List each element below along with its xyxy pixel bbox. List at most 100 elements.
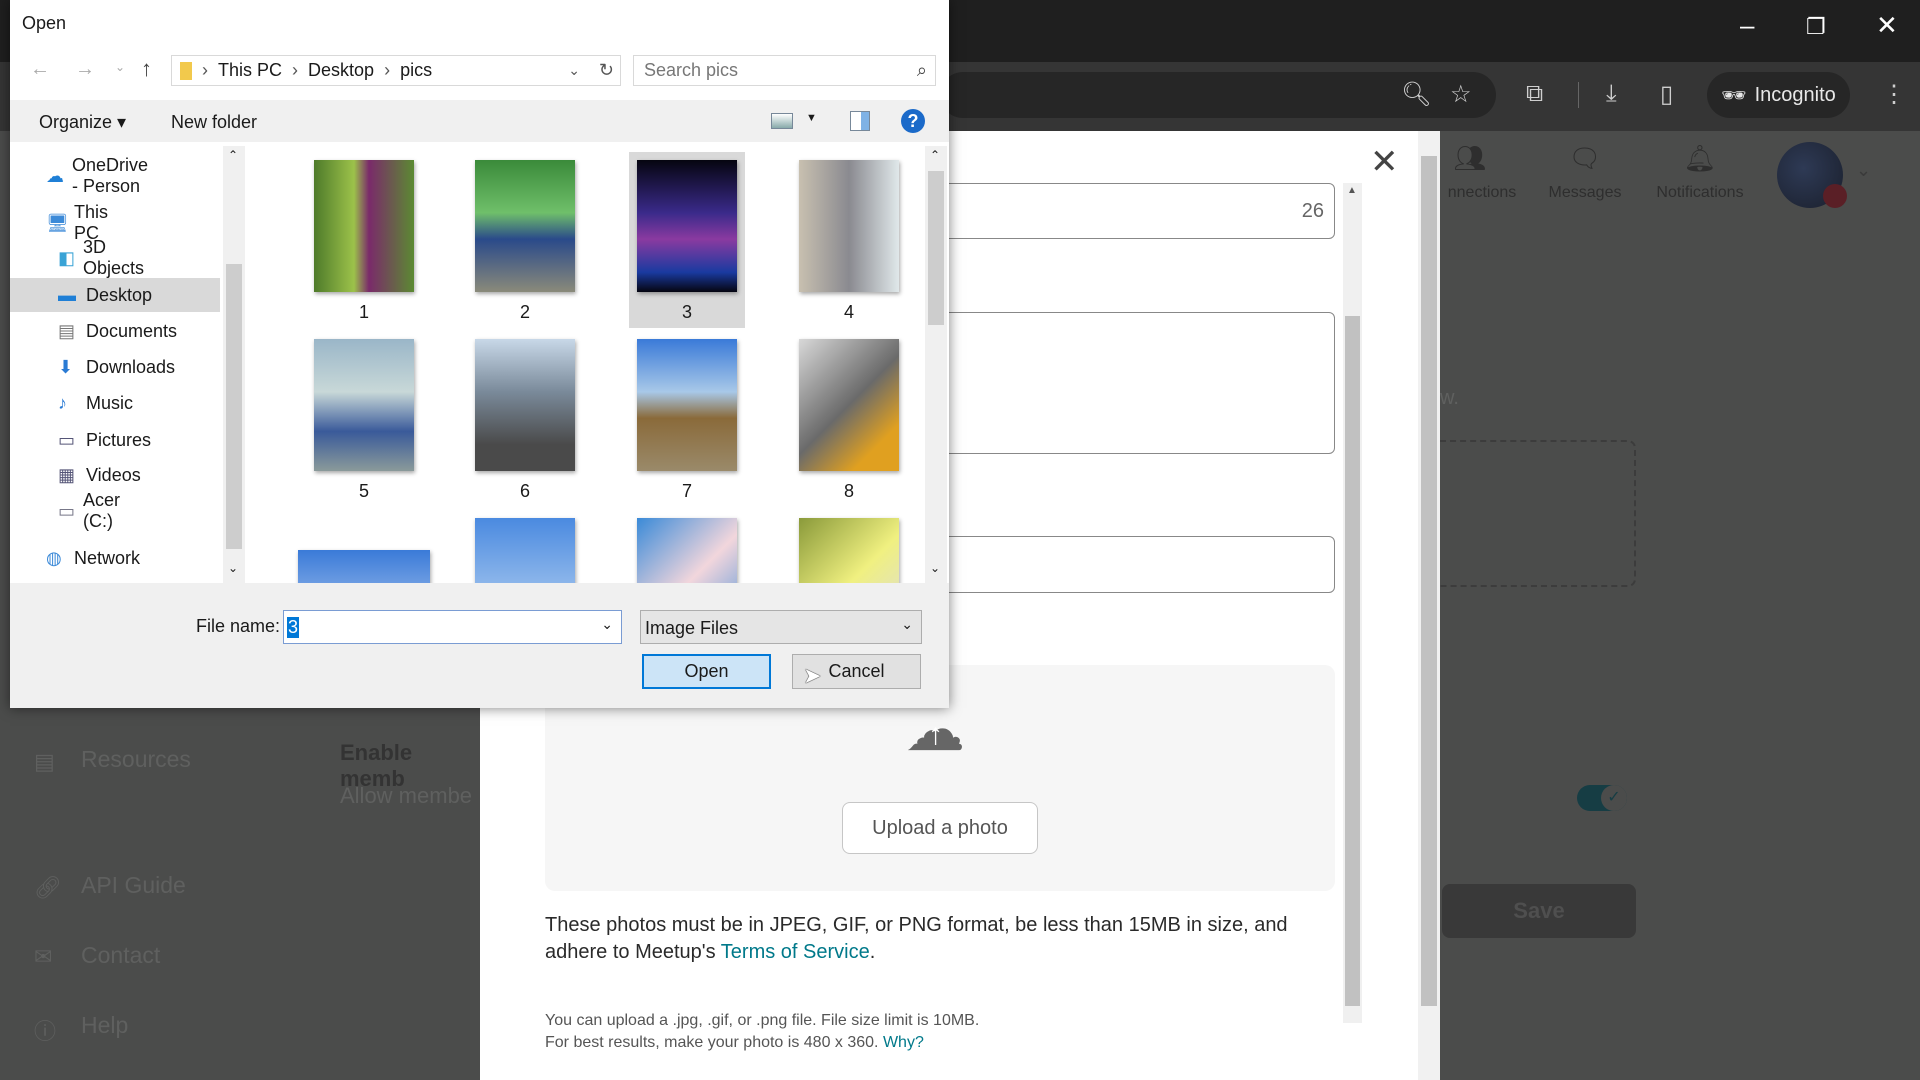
file-item[interactable]: 2: [467, 152, 583, 328]
messages-icon[interactable]: 🗨︎: [1568, 143, 1601, 174]
image-thumbnail[interactable]: [637, 518, 737, 583]
messages-label[interactable]: Messages: [1549, 184, 1622, 202]
open-button[interactable]: Open: [642, 654, 771, 689]
nav-item-label: Network: [74, 547, 141, 568]
upload-photo-button[interactable]: Upload a photo: [842, 802, 1038, 854]
image-thumbnail: [637, 160, 737, 292]
connections-label[interactable]: nnections: [1448, 184, 1517, 202]
chevron-down-icon: ⌄: [901, 616, 913, 632]
file-name: 6: [519, 481, 530, 501]
title-input[interactable]: 26: [900, 183, 1335, 239]
side-panel-icon[interactable]: ▯: [1660, 80, 1673, 109]
documents-icon: ▤: [58, 320, 76, 341]
search-icon: ⌕: [916, 60, 927, 80]
file-name: 4: [843, 302, 854, 322]
save-button[interactable]: Save: [1442, 884, 1636, 938]
connections-icon[interactable]: 👥︎: [1453, 143, 1486, 174]
zoom-icon[interactable]: 🔍︎: [1401, 80, 1431, 109]
text-input[interactable]: [900, 536, 1335, 593]
image-thumbnail[interactable]: [799, 518, 899, 583]
modal-scrollbar[interactable]: ▲: [1343, 183, 1362, 1023]
image-thumbnail: [314, 339, 414, 471]
change-view-icon[interactable]: [771, 113, 793, 129]
toggle-switch[interactable]: ✓: [1577, 785, 1627, 811]
address-dropdown-icon[interactable]: ⌄: [568, 62, 580, 79]
nav-item-documents[interactable]: ▤ Documents: [58, 315, 177, 347]
view-dropdown-icon[interactable]: ▼: [806, 112, 817, 124]
image-thumbnail: [799, 160, 899, 292]
preview-pane-icon[interactable]: [850, 111, 870, 131]
file-grid: 1 2 3 4 5 6 7 8: [245, 146, 925, 583]
why-link[interactable]: Why?: [883, 1034, 924, 1051]
organize-button[interactable]: Organize ▾: [39, 112, 126, 133]
new-folder-button[interactable]: New folder: [171, 112, 257, 133]
check-icon: ✓: [1601, 785, 1627, 811]
image-thumbnail: [475, 339, 575, 471]
breadcrumb-desktop[interactable]: Desktop: [308, 60, 374, 81]
music-icon: ♪: [58, 392, 67, 413]
file-item[interactable]: 7: [629, 331, 745, 507]
nav-item-this-pc[interactable]: 🖥︎ This PC: [46, 202, 108, 243]
sidebar-item-api-guide[interactable]: API Guide: [81, 872, 186, 899]
nav-item-pictures[interactable]: ▭ Pictures: [58, 424, 151, 456]
nav-item-3d-objects[interactable]: ◧ 3D Objects: [58, 237, 147, 278]
file-item[interactable]: 5: [306, 331, 422, 507]
help-icon[interactable]: ?: [901, 109, 925, 133]
nav-scrollbar[interactable]: ⌃ ⌄: [223, 146, 245, 583]
up-icon[interactable]: ↑: [141, 56, 152, 82]
sidebar-item-contact[interactable]: Contact: [81, 942, 160, 969]
recent-locations-icon[interactable]: ⌄: [115, 60, 125, 74]
nav-item-music[interactable]: ♪ Music: [58, 387, 133, 419]
sidebar-item-resources[interactable]: Resources: [81, 746, 191, 773]
file-item[interactable]: 1: [306, 152, 422, 328]
nav-item-downloads[interactable]: ⬇ Downloads: [58, 351, 175, 383]
refresh-icon[interactable]: ↻: [599, 60, 614, 81]
incognito-badge[interactable]: 🕶︎ Incognito: [1707, 72, 1850, 118]
file-item[interactable]: 8: [791, 331, 907, 507]
file-type-select[interactable]: Image Files ⌄: [640, 610, 922, 644]
bell-icon[interactable]: 🔔︎: [1683, 143, 1716, 174]
file-item[interactable]: 6: [467, 331, 583, 507]
terms-of-service-link[interactable]: Terms of Service: [721, 941, 870, 963]
search-input[interactable]: Search pics ⌕: [633, 55, 936, 86]
photo-dropzone[interactable]: [1440, 440, 1636, 587]
upload-arrow-icon: ↑: [928, 718, 943, 751]
browser-menu-icon[interactable]: ⋮: [1882, 80, 1906, 109]
nav-item-label: 3D Objects: [83, 237, 145, 278]
chevron-down-icon[interactable]: ⌄: [601, 616, 613, 633]
command-bar: Organize ▾ New folder ▼ ?: [10, 100, 949, 142]
file-item[interactable]: 4: [791, 152, 907, 328]
download-icon[interactable]: ⤓: [1606, 80, 1617, 108]
file-item[interactable]: 3: [629, 152, 745, 328]
nav-item-network[interactable]: ◍ Network: [46, 542, 140, 574]
file-name: 7: [681, 481, 692, 501]
close-window-button[interactable]: ✕: [1876, 10, 1898, 41]
image-thumbnail[interactable]: [298, 550, 430, 583]
sidebar-item-help[interactable]: Help: [81, 1012, 128, 1039]
avatar[interactable]: [1777, 142, 1847, 208]
minimize-button[interactable]: –: [1740, 10, 1754, 41]
description-textarea[interactable]: [900, 312, 1335, 454]
requirements-body: These photos must be in JPEG, GIF, or PN…: [545, 914, 1288, 963]
extensions-icon[interactable]: ⧉: [1526, 80, 1543, 108]
nav-item-videos[interactable]: ▦ Videos: [58, 459, 141, 491]
breadcrumb-pics[interactable]: pics: [400, 60, 432, 81]
forward-icon[interactable]: →: [75, 58, 95, 81]
pictures-icon: ▭: [58, 429, 76, 450]
page-scrollbar[interactable]: [1418, 131, 1440, 1080]
nav-item-onedrive-person[interactable]: ☁ OneDrive - Person: [46, 155, 150, 196]
restore-button[interactable]: ❐: [1806, 14, 1826, 40]
address-breadcrumb[interactable]: › This PC › Desktop › pics ⌄ ↻: [171, 55, 621, 86]
breadcrumb-this-pc[interactable]: This PC: [218, 60, 282, 81]
bookmark-star-icon[interactable]: ☆: [1450, 80, 1472, 109]
back-icon[interactable]: ←: [30, 58, 50, 81]
file-name-input[interactable]: 3 ⌄: [283, 610, 622, 644]
image-thumbnail[interactable]: [475, 518, 575, 583]
file-name: 2: [519, 302, 530, 322]
nav-item-desktop[interactable]: ▬ Desktop: [58, 279, 152, 311]
chevron-down-icon[interactable]: ⌄: [1856, 160, 1871, 181]
nav-item-acer-c[interactable]: ▭ Acer (C:): [58, 490, 123, 531]
files-scrollbar[interactable]: ⌃ ⌄: [925, 146, 947, 583]
close-icon[interactable]: ✕: [1370, 142, 1399, 182]
notifications-label[interactable]: Notifications: [1656, 184, 1743, 202]
